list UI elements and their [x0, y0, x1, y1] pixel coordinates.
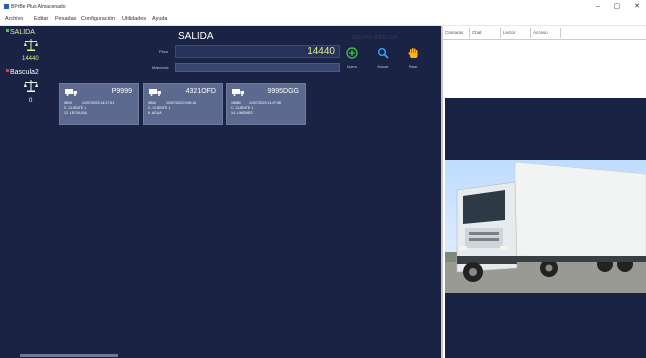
main-panel: SALIDA 14440 Bascula2 0 SALIDA Peso 1444…	[0, 26, 441, 358]
peso-label: Peso	[159, 49, 169, 54]
card-date: 12/07/2023 11:47:08	[249, 101, 281, 105]
nuevo-label: Nuevo	[346, 65, 358, 69]
card-date: 12/07/2023 14:27:51	[82, 101, 115, 105]
menu-utilidades[interactable]: Utilidades	[122, 16, 146, 22]
scale-icon	[24, 80, 38, 92]
scale-label: Bascula2	[10, 69, 39, 76]
buscar-button[interactable]: Buscar	[374, 46, 392, 69]
tab-chat[interactable]: Chat	[470, 28, 501, 38]
matricula-input[interactable]	[175, 63, 340, 72]
card-product: 12. LECHUGA	[64, 111, 87, 115]
menu-ayuda[interactable]: Ayuda	[152, 16, 168, 22]
card-weight: 9840	[64, 101, 72, 105]
scale-label: SALIDA	[10, 29, 35, 36]
menu-pesadas[interactable]: Pesadas	[55, 16, 76, 22]
truck-camera-image	[445, 160, 646, 293]
tab-bar: Camaras Chat Lector Acceso	[443, 28, 646, 40]
menu-bar: Archivo Editar Pesadas Configuración Uti…	[0, 13, 646, 26]
page-title: SALIDA	[178, 31, 214, 42]
card-product: 6. AGUA	[148, 111, 162, 115]
scale-value: 14440	[22, 56, 39, 62]
minimize-button[interactable]: –	[596, 3, 600, 10]
close-button[interactable]: ✕	[634, 3, 640, 10]
card-client: C. CLIENTE 1	[64, 106, 87, 110]
peso-display: 14440	[175, 45, 340, 58]
company-logo: GRUPO EPELSA	[352, 35, 398, 41]
scale-status-marker	[6, 69, 9, 72]
horizontal-scrollbar[interactable]	[20, 354, 118, 357]
right-panel: Camaras Chat Lector Acceso	[441, 26, 646, 358]
plus-circle-icon	[346, 47, 358, 59]
window-title: BPrBe Plus Almacenado	[11, 4, 66, 10]
card-weight: 9840	[148, 101, 156, 105]
card-plate: 9995DGG	[267, 88, 299, 95]
nuevo-button[interactable]: Nuevo	[343, 46, 361, 69]
matricula-label: Matrícula	[152, 65, 169, 70]
truck-icon	[65, 89, 77, 96]
menu-archivo[interactable]: Archivo	[5, 16, 23, 22]
menu-configuracion[interactable]: Configuración	[81, 16, 115, 22]
card-weight: 18580	[231, 101, 241, 105]
card-plate: 4321OFD	[185, 88, 216, 95]
buscar-label: Buscar	[377, 65, 389, 69]
truck-icon	[232, 89, 244, 96]
window-controls: – ▢ ✕	[584, 2, 640, 10]
scale-status-marker	[6, 29, 9, 32]
tab-acceso[interactable]: Acceso	[531, 28, 561, 38]
card-client: C. CLIENTE 1	[148, 106, 171, 110]
weighing-card[interactable]: 9995DGG 18580 12/07/2023 11:47:08 C. CLI…	[226, 83, 306, 125]
search-icon	[378, 48, 389, 59]
truck-icon	[149, 89, 161, 96]
card-plate: P9999	[111, 88, 132, 95]
menu-editar[interactable]: Editar	[34, 16, 48, 22]
tab-lector[interactable]: Lector	[501, 28, 531, 38]
tab-camaras[interactable]: Camaras	[443, 28, 470, 38]
scale-icon	[24, 39, 38, 51]
card-date: 12/07/2023 9:50:16	[166, 101, 197, 105]
card-client: C. CLIENTE 1	[231, 106, 254, 110]
scales-column: SALIDA 14440 Bascula2 0	[0, 26, 57, 358]
weighing-card[interactable]: P9999 9840 12/07/2023 14:27:51 C. CLIENT…	[59, 83, 139, 125]
weighing-card[interactable]: 4321OFD 9840 12/07/2023 9:50:16 C. CLIEN…	[143, 83, 223, 125]
scale-value: 0	[29, 98, 33, 104]
app-icon	[4, 4, 9, 9]
maximize-button[interactable]: ▢	[614, 3, 621, 10]
card-product: 14. LIMONES	[231, 111, 253, 115]
hand-icon	[408, 48, 418, 58]
parar-button[interactable]: Parar	[404, 46, 422, 69]
title-bar: BPrBe Plus Almacenado – ▢ ✕	[0, 0, 646, 13]
parar-label: Parar	[408, 65, 418, 69]
